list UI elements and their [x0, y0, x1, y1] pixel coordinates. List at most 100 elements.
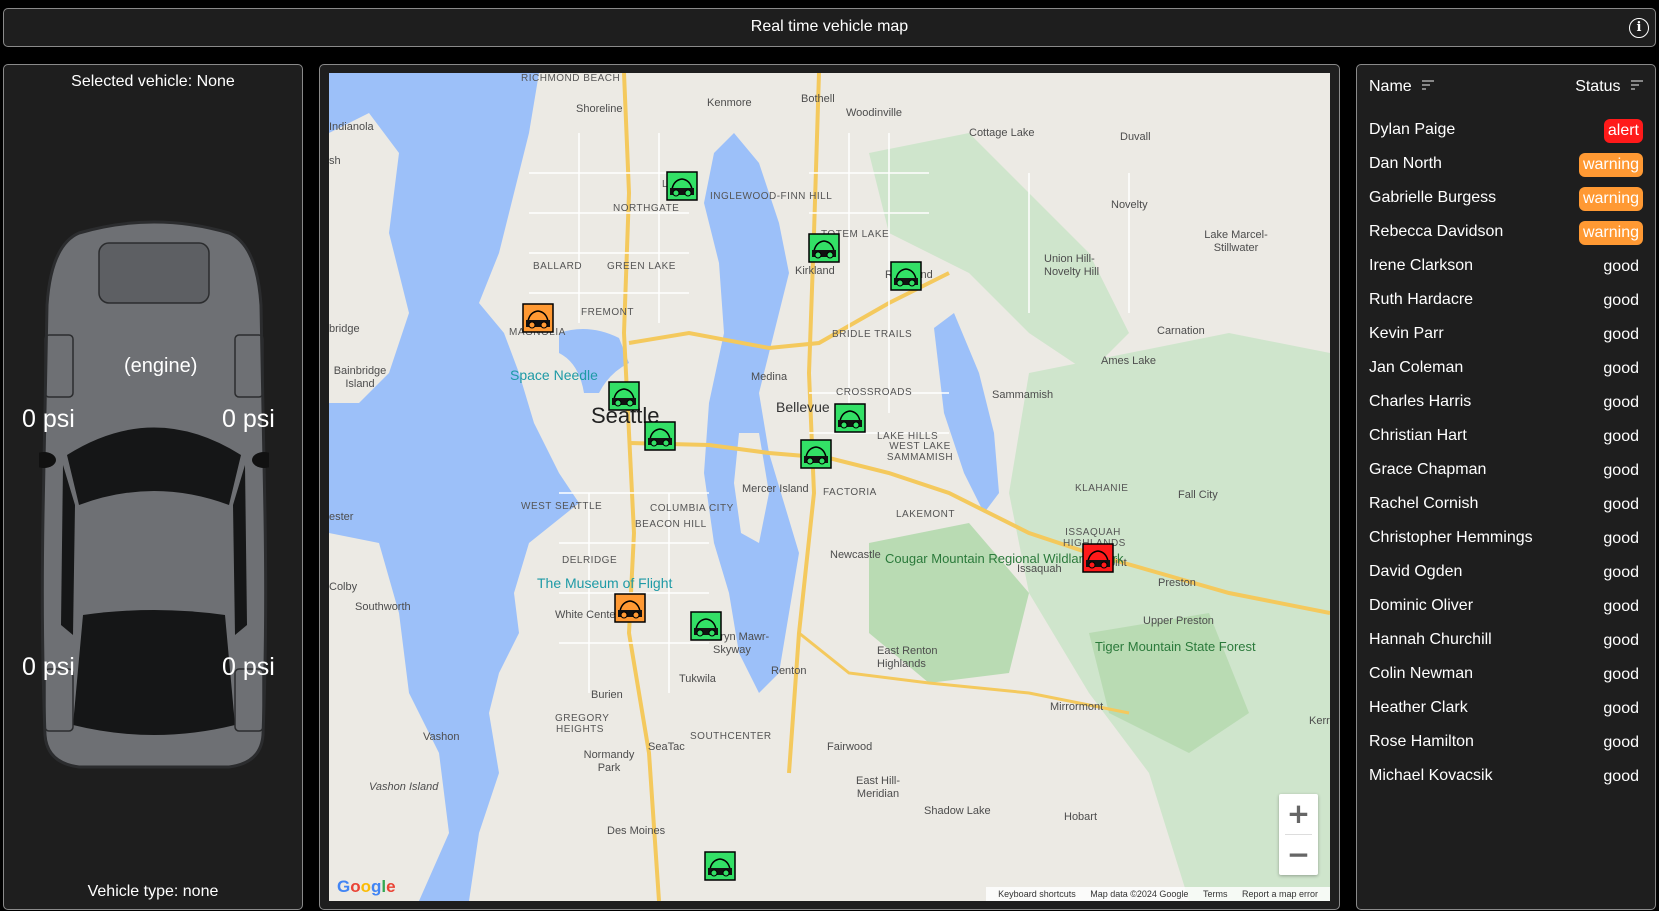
- app-title: Real time vehicle map: [750, 18, 909, 35]
- vehicle-row[interactable]: Irene Clarkson good: [1357, 251, 1655, 283]
- map-label: Woodinville: [846, 107, 903, 119]
- status-badge: good: [1603, 496, 1639, 513]
- map-label: Bainbridge Island: [333, 365, 387, 390]
- zoom-in-button[interactable]: +: [1279, 794, 1318, 834]
- map-label: KLAHANIE: [1075, 483, 1129, 494]
- car-icon: [834, 403, 866, 433]
- status-badge: good: [1603, 530, 1639, 547]
- map-label: White Center: [555, 609, 620, 621]
- vehicle-row[interactable]: Dan North warning: [1357, 149, 1655, 181]
- vehicle-name: Heather Clark: [1369, 699, 1468, 716]
- status-badge: good: [1603, 360, 1639, 377]
- car-diagram: [39, 220, 269, 769]
- map-label: Shadow Lake: [924, 805, 991, 817]
- vehicle-marker-good[interactable]: [807, 233, 841, 263]
- map-label: FREMONT: [581, 307, 634, 318]
- map-label: Novelty: [1111, 199, 1148, 211]
- map-label: Tukwila: [679, 673, 716, 685]
- map-label: SOUTHCENTER: [690, 731, 772, 742]
- map-label: Mirrormont: [1050, 701, 1104, 713]
- map-label: Carnation: [1157, 325, 1205, 337]
- vehicle-name: Dan North: [1369, 155, 1442, 172]
- zoom-out-button[interactable]: −: [1279, 835, 1318, 875]
- vehicle-row[interactable]: David Ogden good: [1357, 557, 1655, 589]
- status-badge: good: [1603, 326, 1639, 343]
- vehicle-row[interactable]: Grace Chapman good: [1357, 455, 1655, 487]
- vehicle-name: Dylan Paige: [1369, 121, 1456, 138]
- vehicle-marker-good[interactable]: [607, 381, 641, 411]
- map-label: COLUMBIA CITY: [650, 503, 734, 514]
- vehicle-marker-good[interactable]: [689, 611, 723, 641]
- report-error-link[interactable]: Report a map error: [1242, 889, 1318, 899]
- vehicle-row[interactable]: Dominic Oliver good: [1357, 591, 1655, 623]
- map-label: Burien: [591, 689, 623, 701]
- map-label: CROSSROADS: [836, 387, 913, 398]
- vehicle-marker-good[interactable]: [665, 171, 699, 201]
- map-label: Union Hill-Novelty Hill: [1044, 253, 1100, 278]
- name-header-label: Name: [1369, 78, 1412, 95]
- vehicle-map[interactable]: RICHMOND BEACH Shoreline Kenmore Bothell…: [329, 73, 1330, 901]
- vehicle-row[interactable]: Dylan Paige alert: [1357, 115, 1655, 147]
- car-icon: [890, 261, 922, 291]
- vehicle-name: Christopher Hemmings: [1369, 529, 1533, 546]
- vehicle-name: Ruth Hardacre: [1369, 291, 1474, 308]
- map-label: LAKEMONT: [896, 509, 956, 520]
- vehicle-row[interactable]: Ruth Hardacre good: [1357, 285, 1655, 317]
- vehicle-row[interactable]: Rebecca Davidson warning: [1357, 217, 1655, 249]
- vehicle-detail-panel: Selected vehicle: None (engine) 0 psi 0 …: [3, 64, 303, 910]
- name-column-header[interactable]: Name: [1369, 78, 1435, 96]
- vehicle-marker-good[interactable]: [889, 261, 923, 291]
- vehicle-name: Rebecca Davidson: [1369, 223, 1504, 240]
- status-badge: good: [1603, 768, 1639, 785]
- map-label: BALLARD: [533, 261, 583, 272]
- map-label: Vashon Island: [369, 781, 439, 793]
- vehicle-name: Dominic Oliver: [1369, 597, 1474, 614]
- status-badge: good: [1603, 428, 1639, 445]
- vehicle-marker-warning[interactable]: [521, 303, 555, 333]
- vehicle-row[interactable]: Charles Harris good: [1357, 387, 1655, 419]
- vehicle-name: Irene Clarkson: [1369, 257, 1474, 274]
- map-label: Vashon: [423, 731, 460, 743]
- terms-link[interactable]: Terms: [1203, 889, 1228, 899]
- keyboard-shortcuts-link[interactable]: Keyboard shortcuts: [998, 889, 1076, 899]
- map-label: GREEN LAKE: [607, 261, 676, 272]
- poi-museum-of-flight[interactable]: The Museum of Flight: [537, 575, 672, 591]
- map-label: East Renton Highlands: [877, 645, 938, 670]
- vehicle-row[interactable]: Christopher Hemmings good: [1357, 523, 1655, 555]
- map-label: Sammamish: [992, 389, 1054, 401]
- vehicle-name: Rachel Cornish: [1369, 495, 1479, 512]
- vehicle-row[interactable]: Jan Coleman good: [1357, 353, 1655, 385]
- map-data-text: Map data ©2024 Google: [1090, 889, 1189, 899]
- vehicle-row[interactable]: Hannah Churchill good: [1357, 625, 1655, 657]
- vehicle-row[interactable]: Christian Hart good: [1357, 421, 1655, 453]
- status-badge: warning: [1578, 153, 1643, 177]
- vehicle-row[interactable]: Heather Clark good: [1357, 693, 1655, 725]
- selected-vehicle-label: Selected vehicle: None: [71, 73, 235, 90]
- status-badge: good: [1603, 598, 1639, 615]
- vehicle-row[interactable]: Gabrielle Burgess warning: [1357, 183, 1655, 215]
- poi-space-needle[interactable]: Space Needle: [510, 367, 598, 383]
- vehicle-name: David Ogden: [1369, 563, 1463, 580]
- vehicle-row[interactable]: Rose Hamilton good: [1357, 727, 1655, 759]
- status-badge: warning: [1578, 187, 1643, 211]
- vehicle-marker-alert[interactable]: [1081, 543, 1115, 573]
- status-column-header[interactable]: Status: [1575, 78, 1643, 96]
- vehicle-name: Christian Hart: [1369, 427, 1467, 444]
- vehicle-row[interactable]: Kevin Parr good: [1357, 319, 1655, 351]
- car-icon: [666, 171, 698, 201]
- vehicle-name: Jan Coleman: [1369, 359, 1464, 376]
- vehicle-row[interactable]: Colin Newman good: [1357, 659, 1655, 691]
- vehicle-marker-good[interactable]: [799, 439, 833, 469]
- map-label: Lake Marcel-Stillwater: [1204, 229, 1268, 254]
- vehicle-row[interactable]: Rachel Cornish good: [1357, 489, 1655, 521]
- vehicle-row[interactable]: Michael Kovacsik good: [1357, 761, 1655, 793]
- vehicle-marker-good[interactable]: [833, 403, 867, 433]
- tire-pressure-rear-left: 0 psi: [22, 653, 75, 681]
- vehicle-marker-warning[interactable]: [613, 593, 647, 623]
- tire-pressure-front-left: 0 psi: [22, 405, 75, 433]
- status-badge: good: [1603, 292, 1639, 309]
- status-header-label: Status: [1575, 78, 1621, 95]
- vehicle-marker-good[interactable]: [643, 421, 677, 451]
- info-icon[interactable]: i: [1629, 18, 1649, 38]
- vehicle-marker-good[interactable]: [703, 851, 737, 881]
